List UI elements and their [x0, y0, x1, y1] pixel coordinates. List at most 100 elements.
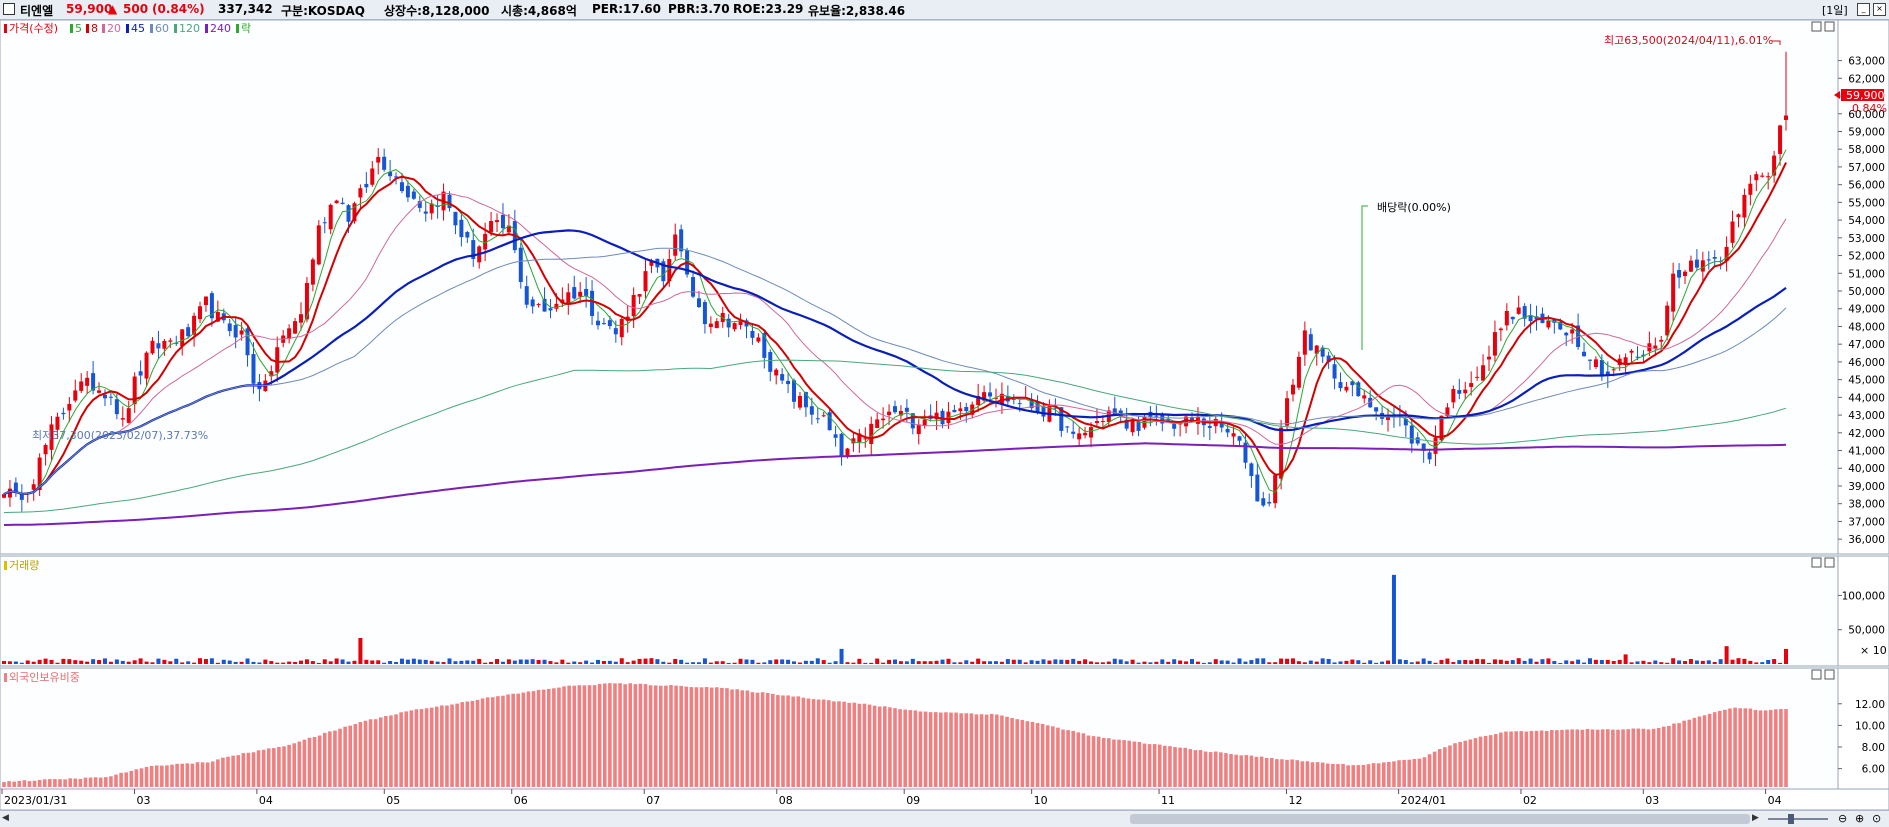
volume-panel-min-icon[interactable] [1811, 557, 1822, 568]
volume-bar [524, 659, 529, 664]
foreign-ratio-bar [297, 741, 302, 787]
candle-body [500, 214, 505, 229]
volume-bar [1237, 658, 1242, 664]
foreign-ratio-bar [149, 765, 154, 787]
foreign-ratio-bar [470, 700, 475, 787]
volume-bar [1653, 660, 1658, 664]
volume-bar [696, 662, 701, 664]
volume-bar [1576, 659, 1581, 664]
volume-bar [1059, 659, 1064, 664]
stock-name[interactable]: 티엔엘 [20, 2, 53, 19]
volume-bar [269, 661, 274, 664]
zoom-reset-icon[interactable]: ⊙ [1872, 812, 1881, 825]
foreign-ratio-bar [1621, 729, 1625, 787]
foreign-ratio-bar [811, 699, 816, 787]
foreign-ratio-bar [725, 688, 729, 787]
chart-scrollbar[interactable]: ◀ ▶ ⊖ ⊕ ⊙ [0, 810, 1889, 827]
scroll-thumb[interactable] [1130, 814, 1750, 824]
price-change-pct: (0.84%) [152, 2, 205, 16]
candle-body [893, 406, 897, 413]
date-tick-label: 10 [1034, 794, 1048, 807]
candle-body [1290, 384, 1295, 395]
volume-bar [1178, 660, 1183, 664]
foreign-ratio-bar [1061, 729, 1065, 787]
stock-chart[interactable]: 가격(수정) 5 8 20 45 60 120 240 락 거래량 외국인보유비… [0, 20, 1889, 810]
foreign-ratio-bar [1565, 729, 1569, 787]
zoom-slider[interactable] [1768, 818, 1828, 820]
foreign-ratio-bar [1707, 713, 1712, 787]
foreign-ratio-bar [1651, 728, 1656, 787]
volume-bar [578, 662, 583, 664]
foreign-ratio-bar [328, 731, 332, 787]
close-icon[interactable]: × [1873, 3, 1886, 16]
volume-bar [1350, 659, 1355, 664]
volume-bar [797, 662, 802, 664]
volume-bar [625, 662, 630, 664]
foreign-ratio-bar [1025, 721, 1030, 787]
volume-bar [1439, 659, 1444, 664]
volume-bar [1213, 659, 1218, 664]
candle-body [1267, 501, 1272, 504]
foreign-panel-min-icon[interactable] [1811, 669, 1822, 680]
zoom-in-icon[interactable]: ⊕ [1855, 812, 1864, 825]
ma60-legend: 60 [155, 22, 169, 35]
foreign-ratio-bar [1351, 765, 1356, 787]
foreign-ratio-bar [363, 720, 368, 787]
foreign-ratio-bar [628, 683, 633, 787]
volume-bar [774, 659, 779, 664]
date-tick-label: 08 [779, 794, 793, 807]
foreign-ratio-bar [1779, 709, 1783, 787]
price-panel-min-icon[interactable] [1811, 21, 1822, 32]
candle-body [1683, 271, 1688, 276]
volume-bar [1071, 658, 1076, 664]
volume-bar [203, 658, 208, 664]
foreign-ratio-bar [1030, 721, 1035, 787]
current-pct-label: 0.84% [1852, 102, 1887, 115]
foreign-ratio-bar [1341, 763, 1345, 787]
candle-body [334, 200, 339, 204]
volume-panel-close-icon[interactable] [1824, 557, 1835, 568]
foreign-ratio-bar [256, 750, 261, 787]
candle-body [958, 408, 963, 412]
volume-bar [120, 660, 125, 664]
candle-body [673, 234, 678, 256]
volume-bar [786, 659, 791, 664]
foreign-ratio-bar [1733, 707, 1737, 787]
foreign-ratio-bar [979, 714, 984, 787]
price-panel-close-icon[interactable] [1824, 21, 1835, 32]
minimize-icon[interactable]: _ [1857, 3, 1870, 16]
foreign-ratio-bar [1575, 729, 1580, 787]
volume-bar [257, 662, 262, 664]
period-selector[interactable]: [1일] [1822, 2, 1848, 18]
foreign-ratio-bar [1437, 749, 1442, 787]
zoom-slider-knob[interactable] [1788, 814, 1794, 824]
low-annotation: 최저37,300(2023/02/07),37.73% [32, 429, 208, 442]
volume-bar [1403, 660, 1408, 664]
foreign-ratio-bar [801, 697, 806, 787]
foreign-ratio-bar [821, 699, 826, 787]
candle-body [1249, 463, 1254, 477]
scroll-right-icon[interactable]: ▶ [1752, 813, 1763, 824]
foreign-ratio-bar [1585, 729, 1590, 787]
candle-body [411, 191, 416, 199]
candle-body [138, 371, 143, 376]
candle-body [1308, 334, 1313, 351]
volume-bar [1552, 661, 1557, 664]
ma8-legend: 8 [91, 22, 98, 35]
foreign-ratio-bar [175, 763, 179, 787]
foreign-ratio-bar [1534, 730, 1539, 787]
scroll-left-icon[interactable]: ◀ [2, 813, 13, 824]
zoom-out-icon[interactable]: ⊖ [1838, 812, 1847, 825]
volume-bar [435, 661, 440, 664]
foreign-ratio-bar [88, 777, 93, 787]
foreign-ratio-bar [317, 735, 322, 787]
candle-body [102, 394, 107, 399]
volume-bar [887, 659, 892, 664]
foreign-panel-close-icon[interactable] [1824, 669, 1835, 680]
foreign-ratio-bar [923, 711, 928, 787]
foreign-ratio-bar [1000, 715, 1004, 787]
foreign-ratio-bar [465, 701, 470, 787]
volume-bar [875, 658, 880, 664]
volume-bar [227, 660, 232, 664]
foreign-ratio-bar [1005, 716, 1009, 787]
